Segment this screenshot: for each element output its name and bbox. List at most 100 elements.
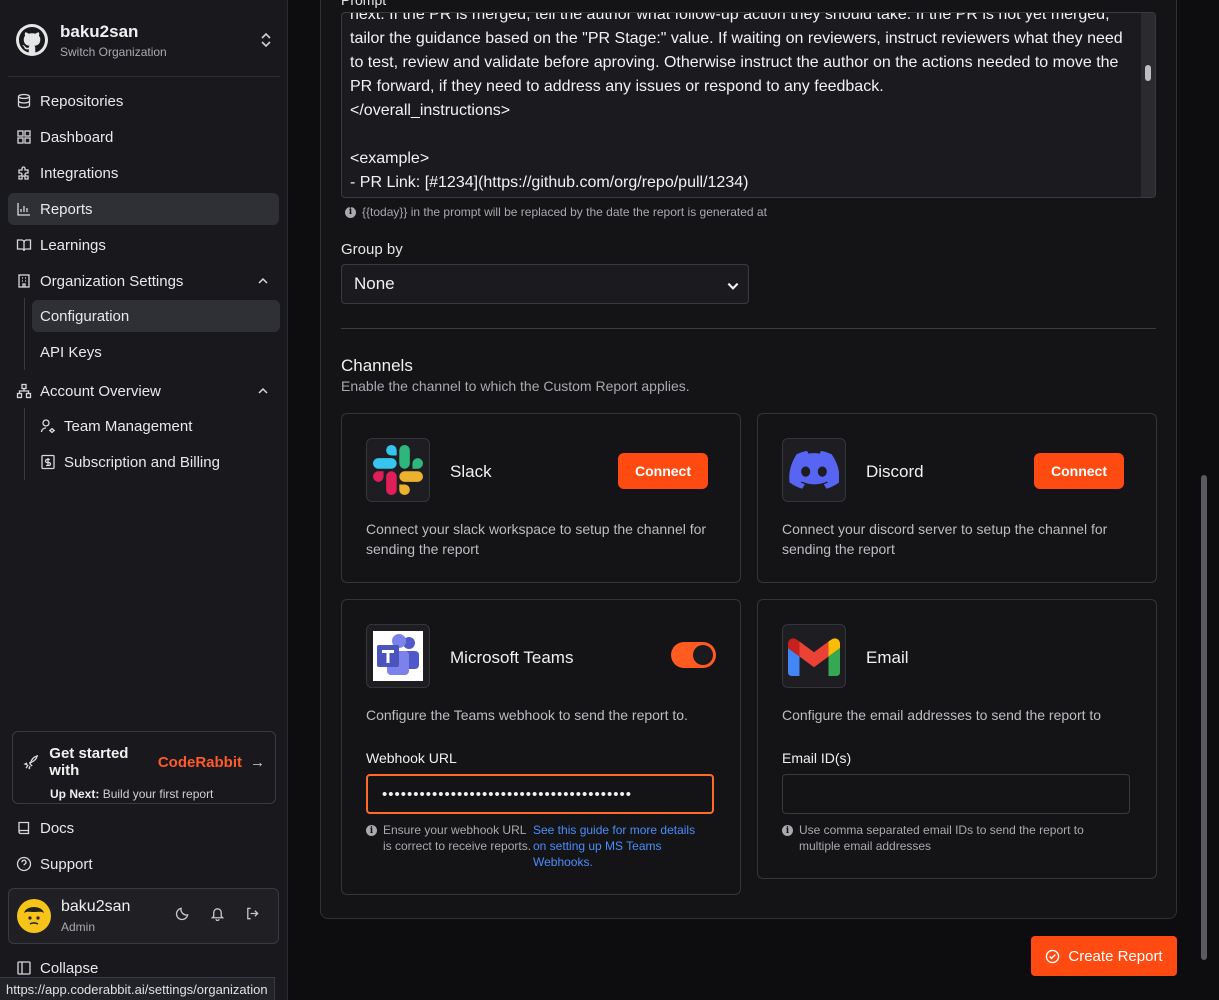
tree-line [24, 298, 25, 370]
email-name: Email [866, 648, 909, 667]
user-name: baku2san [61, 898, 131, 915]
nav-learnings[interactable]: Learnings [8, 229, 279, 261]
email-ids-label: Email ID(s) [782, 750, 852, 766]
slack-connect-button[interactable]: Connect [618, 453, 708, 489]
promo-brand: CodeRabbit [157, 753, 242, 771]
org-switcher[interactable]: baku2san Switch Organization [8, 8, 280, 72]
nav-organization-settings[interactable]: Organization Settings [8, 265, 279, 297]
page-scrollbar[interactable] [1199, 0, 1209, 1000]
divider [341, 328, 1156, 329]
promo-next-value: Build your first report [102, 787, 214, 801]
group-by-select[interactable]: None [341, 264, 749, 304]
avatar[interactable] [17, 899, 51, 933]
chevron-up-icon [257, 384, 269, 401]
tree-line [24, 408, 25, 480]
nav-label: Support [40, 855, 93, 873]
moon-icon[interactable] [175, 906, 190, 926]
nav-label: Reports [40, 200, 93, 218]
microsoft-teams-logo-icon [366, 624, 430, 688]
prompt-scrollbar[interactable] [1141, 13, 1155, 197]
user-card: baku2san Admin [8, 888, 279, 944]
nav-support[interactable]: Support [8, 848, 279, 880]
nav-docs[interactable]: Docs [8, 812, 279, 844]
nav-label: Team Management [64, 417, 193, 435]
user-cog-icon [40, 418, 56, 434]
email-help: i Use comma separated email IDs to send … [782, 822, 1119, 854]
main-content: Prompt next. If the PR is merged, tell t… [288, 0, 1209, 1000]
check-circle-icon [1046, 949, 1060, 963]
chevron-up-icon [257, 274, 269, 291]
nav-api-keys[interactable]: API Keys [32, 336, 280, 368]
email-help-text: Use comma separated email IDs to send th… [799, 823, 1084, 853]
nav-label: Dashboard [40, 128, 114, 146]
webhook-help-text: Ensure your webhook URL is correct to re… [383, 823, 532, 853]
slack-logo-icon [366, 438, 430, 502]
nav-repositories[interactable]: Repositories [8, 85, 279, 117]
prompt-note: i {{today}} in the prompt will be replac… [345, 205, 767, 219]
nav-label: Learnings [40, 236, 106, 254]
channels-subtitle: Enable the channel to which the Custom R… [341, 378, 690, 394]
webhook-url-label: Webhook URL [366, 750, 457, 766]
nav-label: Account Overview [40, 382, 161, 400]
help-circle-icon [16, 856, 32, 872]
discord-description: Connect your discord server to setup the… [782, 521, 1108, 557]
dollar-icon [40, 454, 56, 470]
prompt-text: next. If the PR is merged, tell the auth… [350, 12, 1123, 191]
rocket-icon [23, 754, 39, 770]
user-role: Admin [61, 920, 96, 934]
sidebar: baku2san Switch Organization Repositorie… [0, 0, 288, 1000]
grid-icon [16, 129, 32, 145]
nav-reports[interactable]: Reports [8, 193, 279, 225]
webhook-guide-link[interactable]: See this guide for more details on setti… [533, 822, 711, 870]
prompt-label: Prompt [341, 0, 387, 8]
nav-label: API Keys [40, 343, 102, 361]
get-started-card[interactable]: Get started with CodeRabbit → Up Next: B… [12, 731, 276, 804]
group-by-label: Group by [341, 241, 403, 258]
chevrons-up-down-icon [260, 31, 272, 49]
nav-dashboard[interactable]: Dashboard [8, 121, 279, 153]
nav-team-management[interactable]: Team Management [32, 410, 280, 442]
webhook-help: i Ensure your webhook URL is correct to … [366, 822, 711, 870]
prompt-textarea[interactable]: next. If the PR is merged, tell the auth… [341, 12, 1156, 198]
nav-account-overview[interactable]: Account Overview [8, 375, 279, 407]
bell-icon[interactable] [210, 906, 225, 926]
info-icon: i [366, 825, 377, 836]
discord-name: Discord [866, 462, 924, 481]
chart-icon [16, 201, 32, 217]
nav-label: Subscription and Billing [64, 453, 220, 471]
slack-description: Connect your slack workspace to setup th… [366, 521, 707, 557]
building-icon [16, 273, 32, 289]
discord-connect-button[interactable]: Connect [1034, 453, 1124, 489]
promo-title: Get started with [49, 745, 129, 779]
create-report-button[interactable]: Create Report [1031, 936, 1177, 976]
nav-configuration[interactable]: Configuration [32, 300, 280, 332]
teams-name: Microsoft Teams [450, 648, 574, 667]
create-report-label: Create Report [1068, 947, 1163, 965]
nav-label: Docs [40, 819, 75, 837]
arrow-right-icon: → [250, 753, 265, 771]
github-icon [16, 24, 48, 56]
info-icon: i [782, 825, 793, 836]
nav-label: Integrations [40, 164, 119, 182]
nav-subscription-billing[interactable]: Subscription and Billing [32, 446, 280, 478]
email-channel-card: Email Configure the email addresses to s… [757, 599, 1157, 879]
slack-name: Slack [450, 462, 492, 481]
slack-channel-card: Slack Connect Connect your slack workspa… [341, 413, 741, 583]
prompt-note-text: {{today}} in the prompt will be replaced… [362, 205, 767, 219]
discord-logo-icon [782, 438, 846, 502]
teams-toggle[interactable] [671, 642, 716, 668]
info-icon: i [345, 206, 356, 218]
nav-label: Organization Settings [40, 272, 184, 290]
nav-integrations[interactable]: Integrations [8, 157, 279, 189]
chevron-down-icon [726, 278, 740, 298]
email-ids-input[interactable] [782, 774, 1130, 814]
channels-title: Channels [341, 356, 413, 375]
gmail-logo-icon [782, 624, 846, 688]
webhook-url-input[interactable]: •••••••••••••••••••••••••••••••••••••••• [366, 774, 714, 814]
sitemap-icon [16, 383, 32, 399]
divider [8, 76, 280, 77]
book-icon [16, 820, 32, 836]
logout-icon[interactable] [245, 906, 260, 926]
puzzle-icon [16, 165, 32, 181]
teams-channel-card: Microsoft Teams Configure the Teams webh… [341, 599, 741, 895]
